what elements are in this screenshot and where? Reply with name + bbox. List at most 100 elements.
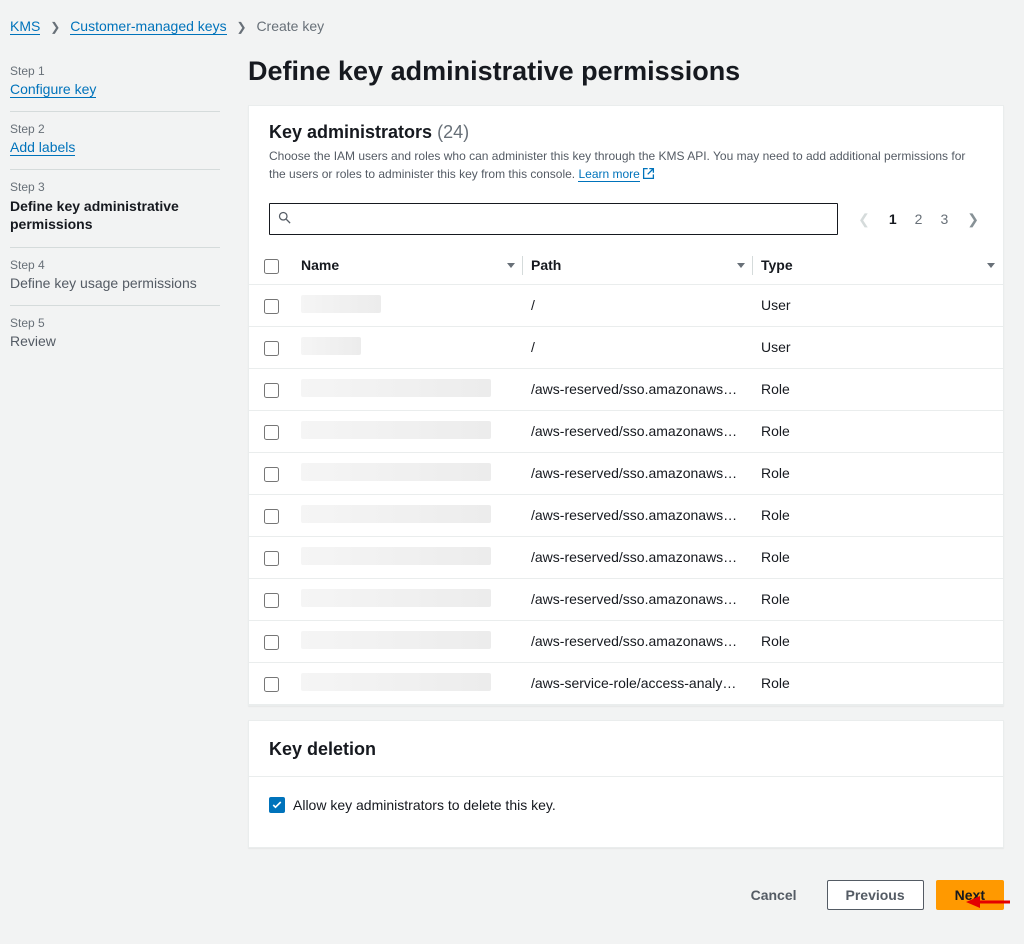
cell-path: /aws-reserved/sso.amazonaws… xyxy=(531,465,745,481)
step-number: Step 5 xyxy=(10,316,220,330)
redacted-name xyxy=(301,463,491,481)
cell-type: Role xyxy=(753,578,1003,620)
redacted-name xyxy=(301,547,491,565)
row-checkbox[interactable] xyxy=(264,635,279,650)
search-input[interactable] xyxy=(269,203,838,235)
cell-type: User xyxy=(753,326,1003,368)
column-header-name[interactable]: Name xyxy=(301,257,339,273)
page-number[interactable]: 1 xyxy=(886,209,900,229)
cell-type: Role xyxy=(753,410,1003,452)
page-number[interactable]: 3 xyxy=(937,209,951,229)
key-deletion-panel: Key deletion Allow key administrators to… xyxy=(248,720,1004,848)
row-checkbox[interactable] xyxy=(264,677,279,692)
allow-delete-label: Allow key administrators to delete this … xyxy=(293,797,556,813)
step-label: Review xyxy=(10,333,220,349)
next-button[interactable]: Next xyxy=(936,880,1004,910)
wizard-step: Step 4 Define key usage permissions xyxy=(10,248,220,306)
row-checkbox[interactable] xyxy=(264,341,279,356)
row-checkbox[interactable] xyxy=(264,467,279,482)
row-checkbox[interactable] xyxy=(264,551,279,566)
cell-type: User xyxy=(753,284,1003,326)
wizard-step: Step 3 Define key administrative permissi… xyxy=(10,170,220,248)
table-row: /aws-reserved/sso.amazonaws… Role xyxy=(249,494,1003,536)
select-all-checkbox[interactable] xyxy=(264,259,279,274)
column-header-type[interactable]: Type xyxy=(761,257,793,273)
cancel-button[interactable]: Cancel xyxy=(733,881,815,909)
wizard-step: Step 2 Add labels xyxy=(10,112,220,170)
page-next[interactable]: ❯ xyxy=(963,209,983,230)
step-label: Define key usage permissions xyxy=(10,275,220,291)
chevron-right-icon: ❯ xyxy=(236,20,246,34)
table-row: /aws-reserved/sso.amazonaws… Role xyxy=(249,368,1003,410)
table-row: /aws-reserved/sso.amazonaws… Role xyxy=(249,536,1003,578)
cell-path: /aws-reserved/sso.amazonaws… xyxy=(531,507,745,523)
row-checkbox[interactable] xyxy=(264,509,279,524)
wizard-footer: Cancel Previous Next xyxy=(248,862,1004,914)
sort-icon[interactable] xyxy=(507,263,515,268)
redacted-name xyxy=(301,589,491,607)
cell-path: / xyxy=(531,297,745,313)
redacted-name xyxy=(301,337,361,355)
table-row: /aws-reserved/sso.amazonaws… Role xyxy=(249,620,1003,662)
external-link-icon xyxy=(642,167,655,185)
redacted-name xyxy=(301,631,491,649)
step-label-current: Define key administrative permissions xyxy=(10,197,220,233)
table-row: /aws-service-role/access-analy… Role xyxy=(249,662,1003,704)
table-row: /aws-reserved/sso.amazonaws… Role xyxy=(249,578,1003,620)
pagination: ❮ 123 ❯ xyxy=(854,209,983,230)
panel-description: Choose the IAM users and roles who can a… xyxy=(269,147,983,185)
redacted-name xyxy=(301,505,491,523)
cell-path: /aws-reserved/sso.amazonaws… xyxy=(531,549,745,565)
cell-path: /aws-reserved/sso.amazonaws… xyxy=(531,633,745,649)
step-link[interactable]: Add labels xyxy=(10,139,75,156)
row-checkbox[interactable] xyxy=(264,383,279,398)
row-checkbox[interactable] xyxy=(264,593,279,608)
step-number: Step 4 xyxy=(10,258,220,272)
cell-type: Role xyxy=(753,662,1003,704)
breadcrumb-customer-managed-keys[interactable]: Customer-managed keys xyxy=(70,18,226,35)
page-title: Define key administrative permissions xyxy=(248,56,1004,87)
wizard-step: Step 1 Configure key xyxy=(10,54,220,112)
step-number: Step 3 xyxy=(10,180,220,194)
previous-button[interactable]: Previous xyxy=(827,880,924,910)
panel-title-text: Key administrators xyxy=(269,122,432,142)
learn-more-link[interactable]: Learn more xyxy=(578,167,639,182)
page-number[interactable]: 2 xyxy=(912,209,926,229)
step-number: Step 1 xyxy=(10,64,220,78)
row-checkbox[interactable] xyxy=(264,425,279,440)
breadcrumb-current: Create key xyxy=(256,18,324,34)
cell-type: Role xyxy=(753,620,1003,662)
table-row: /aws-reserved/sso.amazonaws… Role xyxy=(249,410,1003,452)
panel-title-count: (24) xyxy=(437,122,469,142)
row-checkbox[interactable] xyxy=(264,299,279,314)
cell-type: Role xyxy=(753,368,1003,410)
cell-path: /aws-service-role/access-analy… xyxy=(531,675,745,691)
breadcrumb: KMS ❯ Customer-managed keys ❯ Create key xyxy=(10,14,1004,40)
table-row: / User xyxy=(249,326,1003,368)
redacted-name xyxy=(301,673,491,691)
sort-icon[interactable] xyxy=(737,263,745,268)
chevron-right-icon: ❯ xyxy=(50,20,60,34)
breadcrumb-kms[interactable]: KMS xyxy=(10,18,40,35)
key-deletion-title: Key deletion xyxy=(269,739,983,760)
wizard-step: Step 5 Review xyxy=(10,306,220,363)
cell-path: /aws-reserved/sso.amazonaws… xyxy=(531,423,745,439)
cell-path: /aws-reserved/sso.amazonaws… xyxy=(531,381,745,397)
page-prev: ❮ xyxy=(854,209,874,230)
cell-path: /aws-reserved/sso.amazonaws… xyxy=(531,591,745,607)
cell-type: Role xyxy=(753,494,1003,536)
step-number: Step 2 xyxy=(10,122,220,136)
search-icon xyxy=(277,210,292,228)
cell-path: / xyxy=(531,339,745,355)
step-link[interactable]: Configure key xyxy=(10,81,96,98)
table-row: /aws-reserved/sso.amazonaws… Role xyxy=(249,452,1003,494)
column-header-path[interactable]: Path xyxy=(531,257,561,273)
redacted-name xyxy=(301,379,491,397)
allow-delete-checkbox[interactable] xyxy=(269,797,285,813)
search-input-wrapper xyxy=(269,203,838,235)
redacted-name xyxy=(301,421,491,439)
table-row: / User xyxy=(249,284,1003,326)
sort-icon[interactable] xyxy=(987,263,995,268)
cell-type: Role xyxy=(753,536,1003,578)
cell-type: Role xyxy=(753,452,1003,494)
